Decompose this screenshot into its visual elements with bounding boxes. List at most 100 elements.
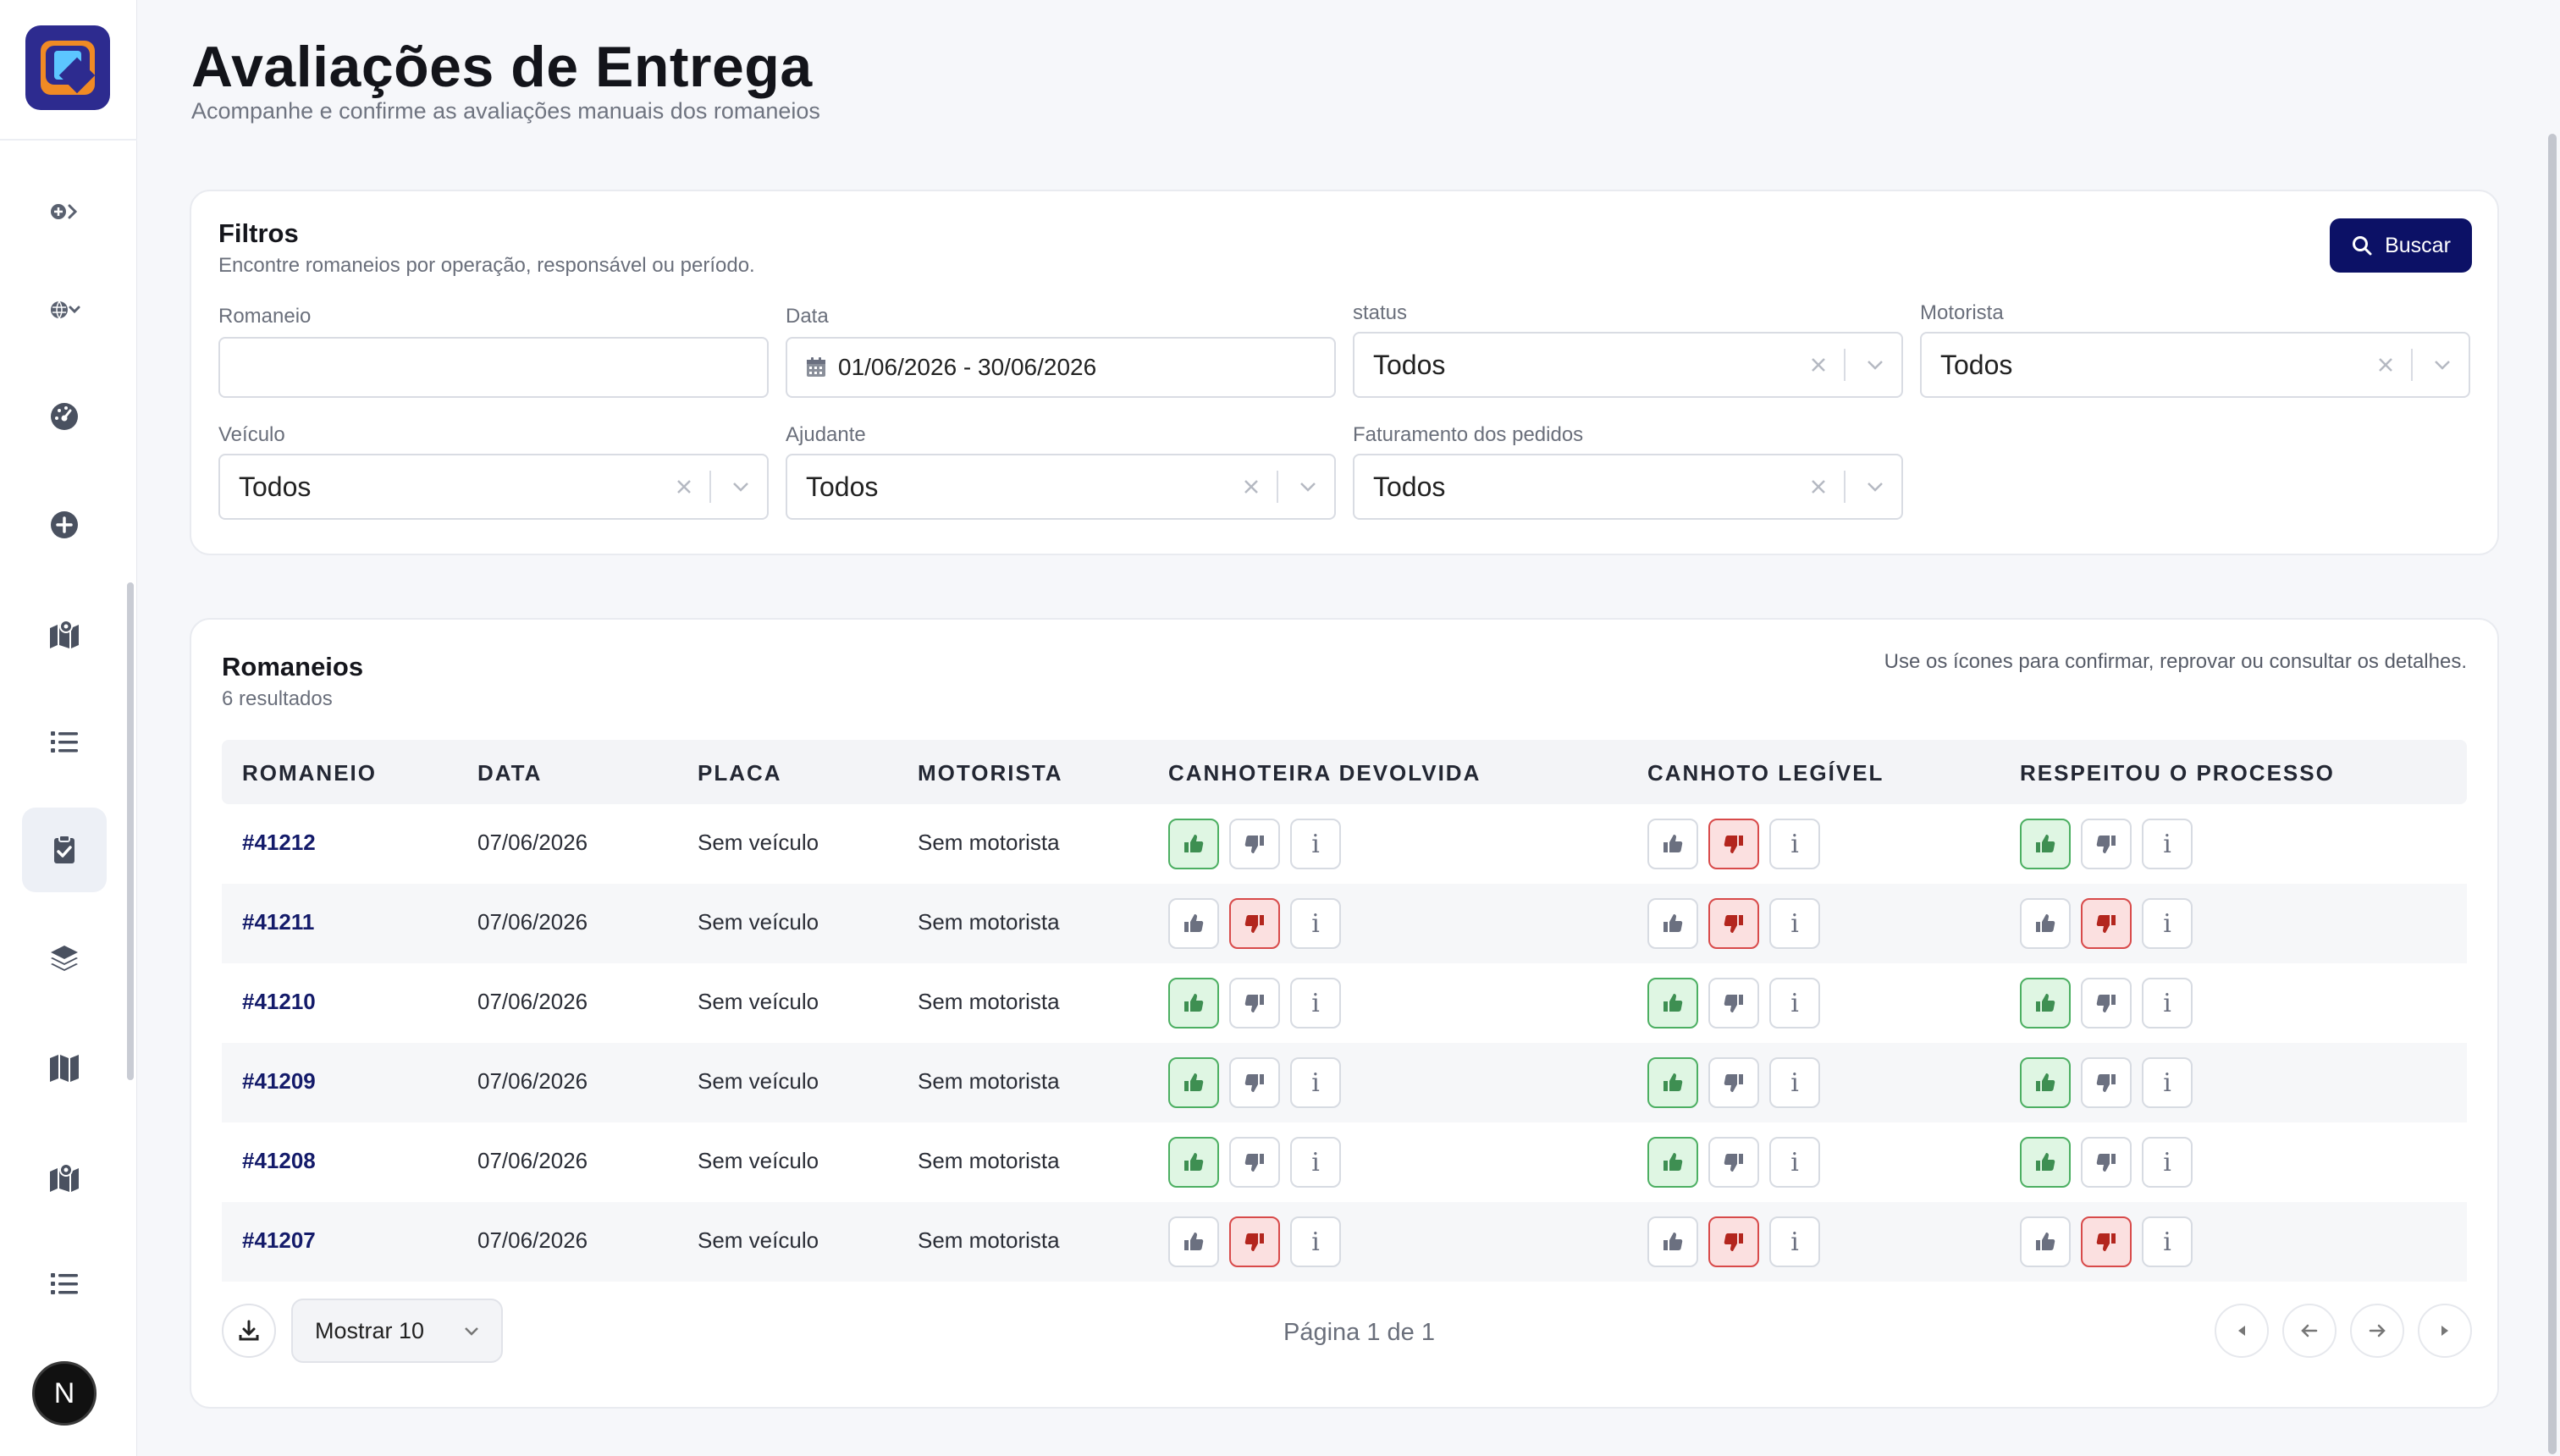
list-icon[interactable] (39, 1258, 90, 1309)
approve-button[interactable] (1168, 1137, 1219, 1188)
approve-button[interactable] (1647, 1216, 1698, 1267)
next-page-button[interactable] (2350, 1304, 2404, 1358)
page-scrollbar[interactable] (2548, 134, 2557, 1454)
reject-button[interactable] (2081, 978, 2132, 1029)
clear-icon[interactable] (1234, 477, 1268, 497)
info-button[interactable]: i (1290, 819, 1341, 869)
reject-button[interactable] (1708, 898, 1759, 949)
info-button[interactable]: i (2142, 898, 2193, 949)
reject-button[interactable] (1229, 1137, 1280, 1188)
reject-button[interactable] (1229, 819, 1280, 869)
column-header[interactable]: CANHOTO LEGÍVEL (1647, 760, 1884, 786)
table-row[interactable]: #41211 07/06/2026 Sem veículo Sem motori… (222, 884, 2467, 963)
info-button[interactable]: i (1769, 1137, 1820, 1188)
map-marker-icon[interactable] (39, 1151, 90, 1202)
info-button[interactable]: i (1769, 978, 1820, 1029)
romaneio-input[interactable] (218, 337, 769, 398)
reject-button[interactable] (1708, 978, 1759, 1029)
reject-button[interactable] (1229, 978, 1280, 1029)
chevron-down-icon[interactable] (1854, 477, 1896, 497)
romaneio-id[interactable]: #41208 (242, 1148, 316, 1174)
approve-button[interactable] (1168, 898, 1219, 949)
approve-button[interactable] (1647, 978, 1698, 1029)
column-header[interactable]: PLACA (698, 760, 782, 786)
reject-button[interactable] (2081, 1057, 2132, 1108)
reject-button[interactable] (1708, 1137, 1759, 1188)
info-button[interactable]: i (2142, 1137, 2193, 1188)
info-button[interactable]: i (2142, 1057, 2193, 1108)
romaneio-id[interactable]: #41211 (242, 909, 314, 935)
approve-button[interactable] (1647, 819, 1698, 869)
info-button[interactable]: i (1769, 898, 1820, 949)
dashboard-icon[interactable] (39, 391, 90, 442)
approve-button[interactable] (1168, 978, 1219, 1029)
column-header[interactable]: RESPEITOU O PROCESSO (2020, 760, 2335, 786)
approve-button[interactable] (2020, 1057, 2071, 1108)
table-row[interactable]: #41209 07/06/2026 Sem veículo Sem motori… (222, 1043, 2467, 1122)
info-button[interactable]: i (1769, 819, 1820, 869)
page-size-select[interactable]: Mostrar 10 (291, 1299, 503, 1363)
approve-button[interactable] (2020, 1216, 2071, 1267)
approve-button[interactable] (2020, 978, 2071, 1029)
reject-button[interactable] (1708, 1216, 1759, 1267)
reject-button[interactable] (2081, 819, 2132, 869)
romaneio-id[interactable]: #41210 (242, 989, 316, 1015)
date-range-input[interactable]: 01/06/2026 - 30/06/2026 (786, 337, 1336, 398)
reject-button[interactable] (2081, 898, 2132, 949)
plus-chevron-icon[interactable] (39, 186, 90, 237)
reject-button[interactable] (2081, 1137, 2132, 1188)
download-button[interactable] (222, 1304, 276, 1358)
user-avatar[interactable]: N (32, 1361, 97, 1426)
clear-icon[interactable] (667, 477, 701, 497)
approve-button[interactable] (1168, 1216, 1219, 1267)
info-button[interactable]: i (1290, 898, 1341, 949)
info-button[interactable]: i (1290, 1216, 1341, 1267)
info-button[interactable]: i (1769, 1216, 1820, 1267)
motorista-select[interactable]: Todos (1920, 332, 2470, 398)
chevron-down-icon[interactable] (720, 477, 762, 497)
table-row[interactable]: #41207 07/06/2026 Sem veículo Sem motori… (222, 1202, 2467, 1282)
search-button[interactable]: Buscar (2330, 218, 2472, 273)
info-button[interactable]: i (1290, 978, 1341, 1029)
approve-button[interactable] (1647, 1057, 1698, 1108)
approve-button[interactable] (1647, 1137, 1698, 1188)
veiculo-select[interactable]: Todos (218, 454, 769, 520)
column-header[interactable]: DATA (477, 760, 542, 786)
map-marker-icon[interactable] (39, 608, 90, 659)
romaneio-id[interactable]: #41209 (242, 1068, 316, 1095)
info-button[interactable]: i (2142, 1216, 2193, 1267)
table-row[interactable]: #41210 07/06/2026 Sem veículo Sem motori… (222, 963, 2467, 1043)
table-row[interactable]: #41212 07/06/2026 Sem veículo Sem motori… (222, 804, 2467, 884)
reject-button[interactable] (1229, 898, 1280, 949)
chevron-down-icon[interactable] (2421, 355, 2463, 375)
reject-button[interactable] (1708, 819, 1759, 869)
ajudante-select[interactable]: Todos (786, 454, 1336, 520)
first-page-button[interactable] (2215, 1304, 2269, 1358)
faturamento-select[interactable]: Todos (1353, 454, 1903, 520)
last-page-button[interactable] (2418, 1304, 2472, 1358)
chevron-down-icon[interactable] (1287, 477, 1329, 497)
romaneio-id[interactable]: #41212 (242, 830, 316, 856)
approve-button[interactable] (1647, 898, 1698, 949)
approve-button[interactable] (1168, 1057, 1219, 1108)
prev-page-button[interactable] (2282, 1304, 2337, 1358)
reject-button[interactable] (1229, 1057, 1280, 1108)
sidebar-scrollbar[interactable] (127, 582, 134, 1080)
approve-button[interactable] (2020, 898, 2071, 949)
list-icon[interactable] (39, 716, 90, 767)
approve-button[interactable] (2020, 1137, 2071, 1188)
romaneio-id[interactable]: #41207 (242, 1227, 316, 1254)
reject-button[interactable] (1708, 1057, 1759, 1108)
add-circle-icon[interactable] (39, 499, 90, 550)
globe-chevron-icon[interactable] (39, 284, 90, 335)
column-header[interactable]: ROMANEIO (242, 760, 377, 786)
chevron-down-icon[interactable] (1854, 355, 1896, 375)
reject-button[interactable] (1229, 1216, 1280, 1267)
approve-button[interactable] (1168, 819, 1219, 869)
table-row[interactable]: #41208 07/06/2026 Sem veículo Sem motori… (222, 1122, 2467, 1202)
clear-icon[interactable] (1801, 477, 1835, 497)
app-logo[interactable] (25, 25, 110, 110)
reject-button[interactable] (2081, 1216, 2132, 1267)
info-button[interactable]: i (2142, 978, 2193, 1029)
info-button[interactable]: i (1290, 1057, 1341, 1108)
